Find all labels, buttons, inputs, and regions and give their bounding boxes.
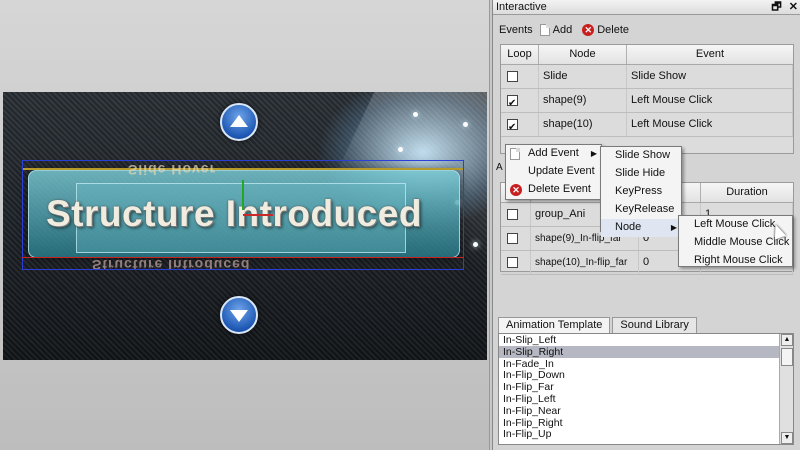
event-type-submenu: Slide Show Slide Hide KeyPress KeyReleas… [600,146,682,237]
animations-section-label: A [496,162,503,173]
delete-button[interactable]: ✕ Delete [579,22,632,38]
menu-item-slide-hide[interactable]: Slide Hide [601,165,681,183]
table-row[interactable]: shape(10) Left Mouse Click [501,113,793,139]
menu-item-keypress[interactable]: KeyPress [601,183,681,201]
menu-item-update-event[interactable]: Update Event [506,163,601,181]
event-cell: Left Mouse Click [627,113,793,136]
menu-item-right-mouse-click[interactable]: Right Mouse Click [679,252,792,270]
events-toolbar: Events Add ✕ Delete [499,20,632,40]
menu-item-add-event[interactable]: Add Event ▶ [506,145,601,163]
sparkle [463,122,468,127]
sparkle [473,242,478,247]
col-loop[interactable]: Loop [501,45,539,64]
selection-edge-red [22,234,464,258]
scroll-down-icon[interactable]: ▼ [781,432,793,444]
menu-item-node[interactable]: Node ▶ [601,219,681,237]
new-file-icon [510,148,520,160]
scroll-up-icon[interactable]: ▲ [781,334,793,346]
list-item[interactable]: In-Flip_Down [499,369,793,381]
menu-item-slide-show[interactable]: Slide Show [601,147,681,165]
menu-item-label: Node [615,221,642,233]
library-tabs: Animation Template Sound Library [498,317,699,333]
sparkle [413,112,418,117]
arrow-up-icon [230,115,248,127]
menu-item-keyrelease[interactable]: KeyRelease [601,201,681,219]
table-row[interactable]: Slide Slide Show [501,65,793,89]
add-label: Add [552,24,573,36]
list-item[interactable]: In-Slip_Right [499,345,793,358]
col-node[interactable]: Node [539,45,627,64]
submenu-arrow-icon: ▶ [670,223,677,232]
list-item[interactable]: In-Slip_Left [499,334,793,346]
node-event-submenu: Left Mouse Click Middle Mouse Click Righ… [678,215,793,267]
col-duration[interactable]: Duration [701,183,793,202]
submenu-arrow-icon: ▶ [590,149,597,158]
stage-viewport: Slide Hover Structure Introduced Structu… [0,0,490,450]
menu-item-label: Add Event [528,147,579,159]
arrow-down-icon [230,310,248,322]
delete-label: Delete [597,24,630,36]
list-item[interactable]: In-Fade_In [499,358,793,370]
tab-sound-library[interactable]: Sound Library [612,317,697,333]
panel-title-bar: Interactive 🗗 ✕ [493,0,800,15]
events-table: Loop Node Event Slide Slide Show shape(9… [500,44,794,154]
up-arrow-button[interactable] [220,103,258,141]
row-checkbox[interactable] [507,208,518,220]
list-item[interactable]: In-Flip_Near [499,405,793,417]
list-item[interactable]: In-Flip_Right [499,417,793,429]
template-list: In-Slip_Left In-Slip_Right In-Fade_In In… [498,333,794,445]
row-checkbox[interactable] [507,256,518,268]
col-event[interactable]: Event [627,45,793,64]
node-cell: shape(10) [539,113,627,136]
event-cell: Left Mouse Click [627,89,793,112]
events-label: Events [499,24,533,36]
new-file-icon [539,24,550,36]
delete-icon: ✕ [582,24,595,36]
close-icon[interactable]: ✕ [789,1,798,13]
list-scrollbar[interactable]: ▲ ▼ [779,334,793,444]
list-item[interactable]: In-Flip_Left [499,393,793,405]
events-table-header: Loop Node Event [501,45,793,65]
loop-checkbox[interactable] [507,116,518,139]
node-cell: Slide [539,65,627,88]
list-item[interactable]: In-Flip_Up [499,428,793,440]
row-checkbox[interactable] [507,232,518,244]
menu-item-label: Delete Event [528,183,591,195]
delete-icon: ✕ [510,184,522,196]
add-button[interactable]: Add [537,22,576,38]
tab-animation-template[interactable]: Animation Template [498,317,611,333]
node-cell: shape(9) [539,89,627,112]
node-cell: shape(10)_In-flip_far [531,251,639,274]
sparkle [398,147,403,152]
list-item[interactable]: In-Flip_Far [499,381,793,393]
panel-title: Interactive [496,1,547,13]
menu-item-label: Update Event [528,165,595,177]
event-cell: Slide Show [627,65,793,88]
context-menu: Add Event ▶ Update Event ✕ Delete Event [505,144,602,200]
loop-checkbox[interactable] [507,92,518,115]
table-row[interactable]: shape(9) Left Mouse Click [501,89,793,115]
restore-icon[interactable]: 🗗 [771,1,781,13]
loop-checkbox[interactable] [507,70,518,82]
down-arrow-button[interactable] [220,296,258,334]
scroll-thumb[interactable] [781,348,793,366]
menu-item-delete-event[interactable]: ✕ Delete Event [506,181,601,199]
